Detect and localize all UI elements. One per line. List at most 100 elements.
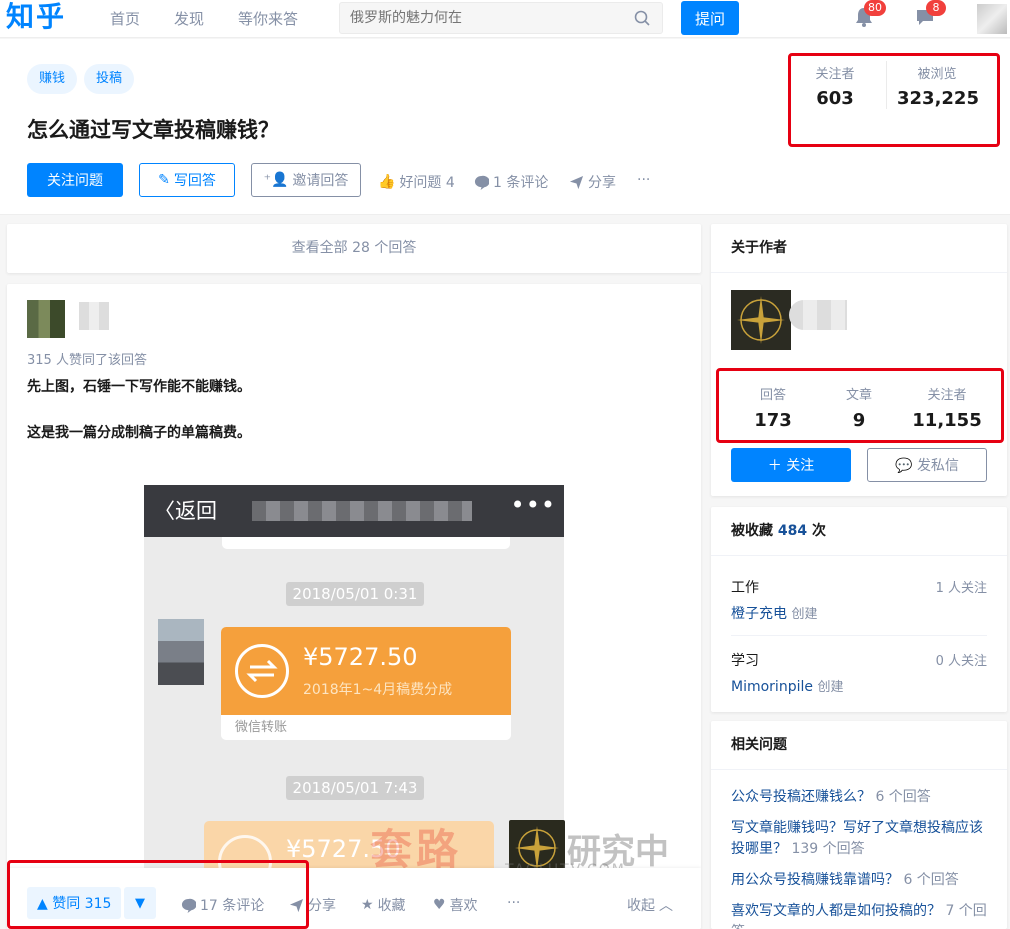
more-dots-icon: ••• bbox=[510, 491, 556, 519]
related-question-text[interactable]: 用公众号投稿赚钱靠谱吗？ bbox=[731, 872, 899, 888]
nav-home[interactable]: 首页 bbox=[110, 8, 140, 29]
related-question-link[interactable]: 写文章能赚钱吗？写好了文章想投稿应该投哪里？ 139 个回答 bbox=[731, 818, 993, 860]
top-navbar: 知乎 首页 发现 等你来答 提问 80 8 bbox=[0, 0, 1010, 38]
collections-suffix: 次 bbox=[807, 523, 826, 539]
related-question-text[interactable]: 公众号投稿还赚钱么？ bbox=[731, 789, 871, 805]
answer-comments-button[interactable]: 17 条评论 bbox=[181, 895, 264, 915]
question-comments-label: 1 条评论 bbox=[493, 175, 549, 191]
question-title[interactable]: 怎么通过写文章投稿赚钱？ bbox=[27, 114, 279, 144]
ask-button[interactable]: 提问 bbox=[681, 1, 739, 35]
comment-icon bbox=[181, 898, 196, 913]
author-followers-stat[interactable]: 关注者 11,155 bbox=[907, 384, 987, 431]
like-label: 喜欢 bbox=[449, 898, 478, 914]
transfer-label: 微信转账 bbox=[235, 720, 288, 735]
collection-item[interactable]: 工作 1 人关注 橙子充电 创建 bbox=[731, 577, 987, 623]
collection-creator[interactable]: 橙子充电 bbox=[731, 606, 787, 622]
collection-followers: 1 人关注 bbox=[935, 581, 987, 596]
followers-count: 603 bbox=[816, 88, 854, 109]
timestamp: 2018/05/01 7:43 bbox=[286, 776, 424, 800]
answer-author-avatar[interactable] bbox=[27, 300, 65, 338]
divider bbox=[731, 635, 987, 636]
wechat-title-bar: 〈返回 ••• bbox=[144, 485, 564, 537]
follow-author-button[interactable]: ＋ 关注 bbox=[731, 448, 851, 482]
collection-creator[interactable]: Mimorinpile bbox=[731, 679, 813, 695]
back-label: 返回 bbox=[175, 499, 217, 523]
collection-followers: 0 人关注 bbox=[935, 654, 987, 669]
author-name[interactable] bbox=[789, 300, 847, 330]
voted-count-text: 315 人赞同了该回答 bbox=[27, 353, 147, 368]
question-header: 赚钱 投稿 怎么通过写文章投稿赚钱？ 关注问题 ✎ 写回答 ⁺👤 邀请回答 👍 … bbox=[0, 39, 1010, 215]
timestamp: 2018/05/01 0:31 bbox=[286, 582, 424, 606]
chevron-left-icon: 〈 bbox=[154, 499, 175, 523]
search-icon[interactable] bbox=[634, 10, 650, 26]
answers-label: 回答 bbox=[759, 388, 786, 403]
answer-paragraph: 先上图，石锤一下写作能不能赚钱。 bbox=[27, 379, 251, 395]
question-more-button[interactable]: ··· bbox=[637, 172, 650, 188]
related-question-link[interactable]: 公众号投稿还赚钱么？ 6 个回答 bbox=[731, 787, 993, 808]
star-icon: ★ bbox=[361, 897, 374, 913]
articles-label: 文章 bbox=[845, 388, 872, 403]
views-count: 323,225 bbox=[897, 88, 979, 109]
search-input[interactable] bbox=[350, 3, 620, 33]
blurred-contact-name bbox=[252, 501, 472, 521]
related-answer-count: 6 个回答 bbox=[875, 789, 931, 805]
topic-tag[interactable]: 赚钱 bbox=[27, 64, 78, 94]
answer-action-bar: ▲ 赞同 315 ▼ 17 条评论 分享 ★ 收藏 ♥ 喜欢 ··· 收起 ︿ bbox=[7, 868, 701, 929]
search-box bbox=[339, 2, 663, 34]
created-label: 创建 bbox=[817, 680, 844, 695]
nav-discover[interactable]: 发现 bbox=[174, 8, 204, 29]
sender-avatar bbox=[158, 619, 204, 685]
answer-more-button[interactable]: ··· bbox=[507, 895, 520, 911]
question-share-button[interactable]: 分享 bbox=[569, 172, 616, 192]
like-button[interactable]: ♥ 喜欢 bbox=[433, 895, 478, 915]
views-label: 被浏览 bbox=[917, 67, 957, 82]
heart-icon: ♥ bbox=[433, 897, 446, 913]
answer-author-name[interactable] bbox=[79, 302, 109, 330]
transfer-amount: ¥5727.50 bbox=[303, 643, 418, 671]
related-question-link[interactable]: 喜欢写文章的人都是如何投稿的？ 7 个回答 bbox=[731, 901, 993, 929]
send-message-button[interactable]: 💬 发私信 bbox=[867, 448, 987, 482]
followers-label: 关注者 bbox=[815, 67, 855, 82]
invite-answer-button[interactable]: ⁺👤 邀请回答 bbox=[251, 163, 361, 197]
nav-waiting[interactable]: 等你来答 bbox=[238, 8, 298, 29]
collect-button[interactable]: ★ 收藏 bbox=[361, 895, 406, 915]
question-comments-button[interactable]: 1 条评论 bbox=[474, 172, 548, 192]
collapse-button[interactable]: 收起 ︿ bbox=[627, 895, 673, 915]
chat-bubble-icon: 💬 bbox=[895, 458, 913, 474]
upvote-button[interactable]: ▲ 赞同 315 bbox=[27, 887, 122, 919]
good-question-button[interactable]: 👍 好问题 4 bbox=[378, 172, 455, 192]
author-avatar[interactable] bbox=[731, 290, 791, 350]
answers-count: 173 bbox=[754, 410, 792, 431]
collections-count: 484 bbox=[777, 523, 808, 539]
author-followers-count: 11,155 bbox=[912, 410, 982, 431]
related-card-title: 相关问题 bbox=[711, 721, 1007, 770]
view-all-answers[interactable]: 查看全部 28 个回答 bbox=[7, 224, 701, 273]
paper-plane-icon bbox=[569, 175, 584, 189]
good-question-label: 好问题 4 bbox=[399, 175, 455, 191]
thumbs-up-icon: 👍 bbox=[378, 174, 396, 190]
user-avatar[interactable] bbox=[977, 4, 1007, 34]
add-user-icon: ⁺👤 bbox=[263, 172, 289, 188]
author-articles-stat[interactable]: 文章 9 bbox=[829, 384, 889, 431]
collection-item[interactable]: 学习 0 人关注 Mimorinpile 创建 bbox=[731, 650, 987, 695]
downvote-button[interactable]: ▼ bbox=[124, 887, 156, 919]
followers-stat[interactable]: 关注者 603 bbox=[805, 63, 865, 109]
messages-button[interactable]: 8 bbox=[915, 0, 946, 28]
author-answers-stat[interactable]: 回答 173 bbox=[743, 384, 803, 431]
question-stats: 关注者 603 被浏览 323,225 bbox=[795, 57, 995, 117]
related-question-text[interactable]: 喜欢写文章的人都是如何投稿的？ bbox=[731, 903, 941, 919]
back-button: 〈返回 bbox=[154, 495, 217, 525]
transfer-bubble: ¥5727.50 2018年1~4月稿费分成 微信转账 bbox=[221, 627, 511, 740]
topic-tag[interactable]: 投稿 bbox=[84, 64, 135, 94]
views-stat: 被浏览 323,225 bbox=[897, 63, 979, 109]
comment-icon bbox=[474, 175, 489, 190]
follow-question-button[interactable]: 关注问题 bbox=[27, 163, 123, 197]
notification-bell[interactable]: 80 bbox=[853, 0, 886, 28]
related-answer-count: 6 个回答 bbox=[903, 872, 959, 888]
stats-divider bbox=[886, 61, 887, 109]
zhihu-logo[interactable]: 知乎 bbox=[6, 0, 66, 34]
wechat-screenshot[interactable]: 〈返回 ••• 2018/05/01 0:31 ¥5727.50 2018年1~… bbox=[144, 485, 564, 929]
related-question-link[interactable]: 用公众号投稿赚钱靠谱吗？ 6 个回答 bbox=[731, 870, 993, 891]
write-answer-button[interactable]: ✎ 写回答 bbox=[139, 163, 235, 197]
answer-share-button[interactable]: 分享 bbox=[289, 895, 336, 915]
